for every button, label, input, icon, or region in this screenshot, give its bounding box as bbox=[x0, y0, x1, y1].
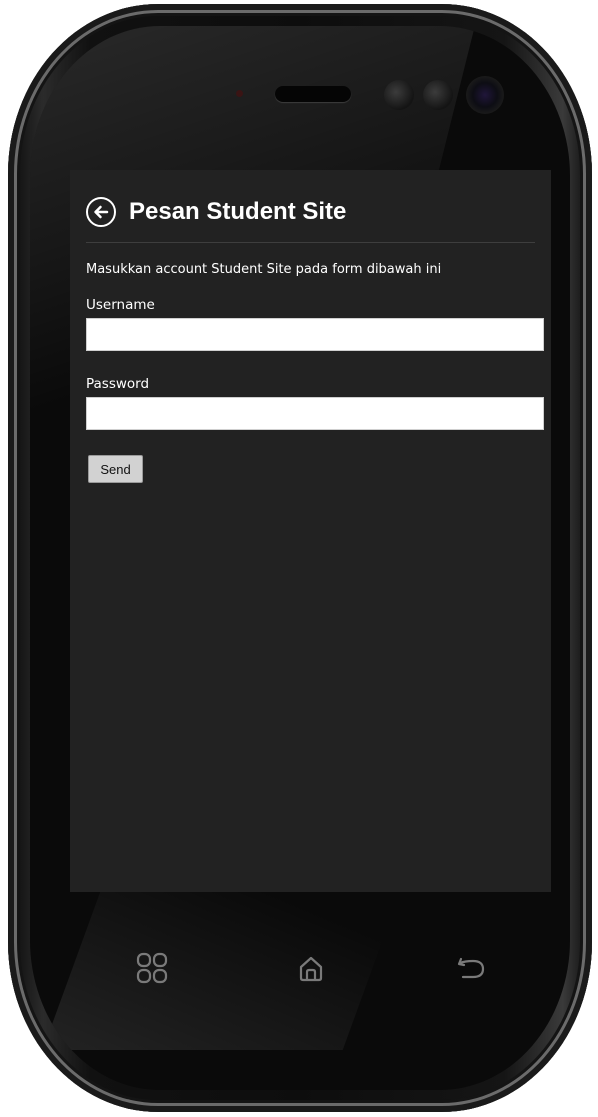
light-sensor bbox=[423, 80, 453, 110]
password-input[interactable] bbox=[86, 397, 544, 430]
home-softkey[interactable] bbox=[291, 948, 331, 988]
send-button[interactable]: Send bbox=[88, 455, 143, 483]
form-instruction: Masukkan account Student Site pada form … bbox=[86, 262, 442, 277]
notification-led bbox=[236, 90, 243, 97]
home-icon bbox=[299, 956, 323, 982]
proximity-sensor bbox=[384, 80, 414, 110]
password-label: Password bbox=[86, 376, 150, 392]
header-divider bbox=[86, 242, 535, 243]
app-screen: Pesan Student Site Masukkan account Stud… bbox=[70, 170, 551, 892]
return-arrow-icon bbox=[457, 957, 485, 979]
page-title: Pesan Student Site bbox=[129, 198, 347, 225]
front-camera bbox=[466, 76, 504, 114]
earpiece-speaker bbox=[275, 86, 351, 102]
back-softkey[interactable] bbox=[452, 948, 492, 988]
menu-softkey[interactable] bbox=[132, 948, 172, 988]
arrow-left-icon bbox=[94, 205, 109, 219]
grid-menu-icon bbox=[136, 952, 168, 984]
app-header: Pesan Student Site bbox=[86, 192, 346, 232]
back-button[interactable] bbox=[86, 197, 116, 227]
username-input[interactable] bbox=[86, 318, 544, 351]
username-label: Username bbox=[86, 297, 155, 313]
